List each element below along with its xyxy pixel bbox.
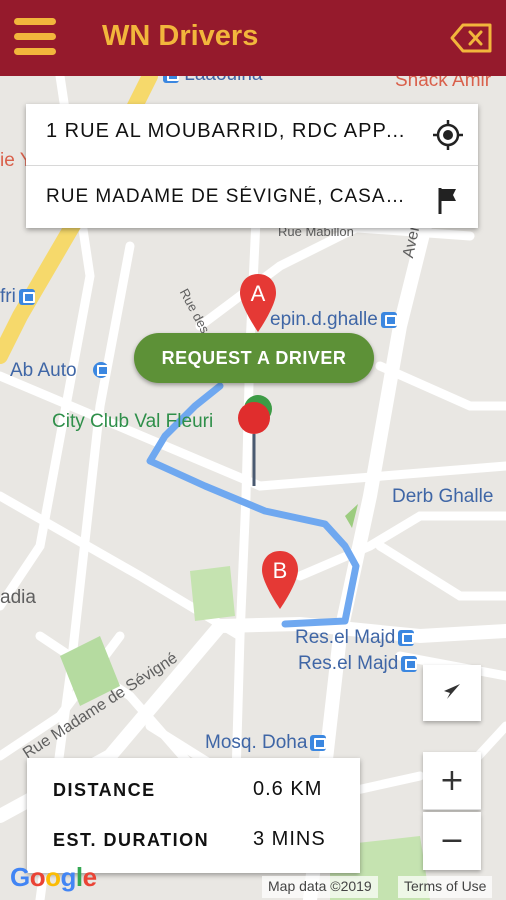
pickup-address-field[interactable]: 1 RUE AL MOUBARRID, RDC APPARTEMENT — [26, 104, 478, 166]
map-label-res-el-majd-2: Res.el Majd — [298, 653, 418, 675]
trip-info-card: DISTANCE 0.6 KM EST. DURATION 3 MINS — [27, 758, 360, 873]
map-label-city-club: City Club Val Fleuri — [52, 411, 214, 432]
distance-value: 0.6 KM — [253, 778, 323, 800]
google-logo: Google — [10, 862, 97, 892]
map-label-ab-auto-text: Ab Auto — [10, 360, 77, 381]
map-label-fri: fri — [0, 286, 35, 308]
map-label-epin: epin.d.ghalle — [270, 309, 397, 331]
duration-label: EST. DURATION — [53, 830, 210, 850]
zoom-in-icon: + — [439, 763, 465, 798]
address-card: 1 RUE AL MOUBARRID, RDC APPARTEMENT RUE … — [26, 104, 478, 228]
marker-a-label: A — [250, 281, 266, 306]
marker-b-label: B — [272, 558, 288, 583]
zoom-out-button[interactable]: − — [423, 812, 481, 870]
backspace-clear-icon[interactable] — [450, 22, 494, 54]
zoom-out-icon: − — [439, 823, 465, 858]
map-label-ab-auto — [90, 359, 109, 381]
app-header: WN Drivers — [0, 0, 506, 76]
pickup-address-text[interactable]: 1 RUE AL MOUBARRID, RDC APPARTEMENT — [46, 120, 416, 143]
destination-address-text[interactable]: RUE MADAME DE SÉVIGNÉ, CASABLANCA — [46, 186, 416, 208]
distance-label: DISTANCE — [53, 780, 156, 800]
zoom-in-button[interactable]: + — [423, 752, 481, 810]
app-title: WN Drivers — [102, 20, 259, 52]
duration-value: 3 MINS — [253, 828, 326, 850]
map-data-attribution[interactable]: Map data ©2019 — [262, 876, 378, 898]
map-label-snack: Snack Amir — [395, 76, 492, 91]
terms-of-use-link[interactable]: Terms of Use — [398, 876, 493, 898]
map-label-mosq-doha: Mosq. Doha — [205, 732, 327, 754]
map-label-adia: adia — [0, 587, 36, 608]
navigation-arrow-icon — [444, 684, 460, 699]
map-label-res-el-majd-1: Res.el Majd — [295, 627, 415, 649]
map-label-derb-ghalle: Derb Ghalle — [392, 486, 494, 507]
my-location-button[interactable] — [423, 665, 481, 721]
hamburger-menu-icon[interactable] — [14, 18, 56, 56]
map-label-laaouina: Laaouina — [160, 76, 262, 86]
flag-icon — [432, 184, 464, 216]
destination-address-field[interactable]: RUE MADAME DE SÉVIGNÉ, CASABLANCA — [26, 166, 478, 228]
gps-target-icon[interactable] — [432, 119, 464, 151]
request-driver-button[interactable]: REQUEST A DRIVER — [134, 333, 374, 383]
